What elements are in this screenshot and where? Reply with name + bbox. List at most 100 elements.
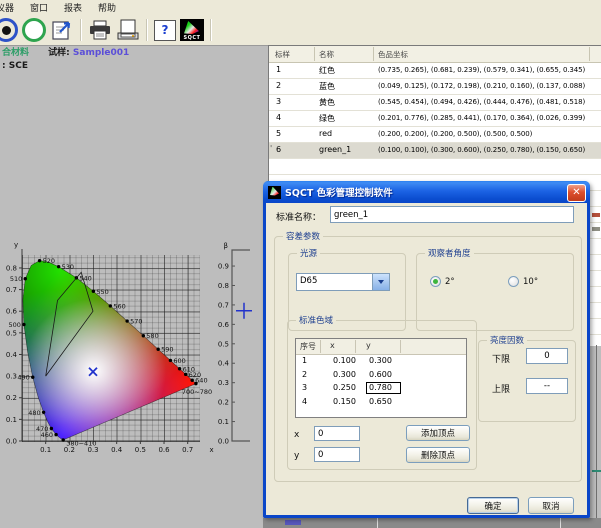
cie-chromaticity-chart: 0.10.20.30.40.50.60.7x0.00.10.20.30.40.5… bbox=[0, 235, 265, 480]
dialog-title-bar: SQCT 色彩管理控制软件 bbox=[263, 181, 590, 203]
gamut-cell: 0.600 bbox=[369, 370, 392, 379]
measure-standard-icon[interactable] bbox=[2, 17, 18, 43]
svg-text:0.0: 0.0 bbox=[218, 438, 229, 446]
gamut-row[interactable]: 40.1500.650 bbox=[296, 396, 466, 410]
observer-2deg-radio[interactable]: 2° bbox=[430, 276, 455, 287]
svg-text:0.5: 0.5 bbox=[135, 446, 146, 454]
report-icon[interactable] bbox=[50, 17, 74, 43]
table-row[interactable]: 4绿色(0.201, 0.776), (0.285, 0.441), (0.17… bbox=[269, 111, 601, 127]
menu-report[interactable]: 报表 bbox=[56, 1, 90, 14]
svg-text:590: 590 bbox=[161, 346, 173, 354]
background-panel-edge bbox=[596, 345, 597, 528]
gamut-cell: 0.300 bbox=[369, 356, 392, 365]
printer-glyph-icon bbox=[88, 19, 112, 41]
add-vertex-button[interactable]: 添加顶点 bbox=[406, 425, 470, 441]
target-filled-icon bbox=[0, 18, 18, 42]
y-label: y bbox=[294, 451, 299, 461]
observer-2deg-label: 2° bbox=[445, 277, 455, 287]
table-row[interactable]: 1红色(0.735, 0.265), (0.681, 0.239), (0.57… bbox=[269, 63, 601, 79]
y-input[interactable] bbox=[314, 447, 360, 462]
sample-value: Sample001 bbox=[73, 48, 129, 58]
help-icon[interactable]: ? bbox=[154, 17, 176, 43]
printer-icon[interactable] bbox=[88, 17, 112, 43]
cancel-button[interactable]: 取消 bbox=[528, 497, 574, 514]
table-row[interactable]: 3黄色(0.545, 0.454), (0.494, 0.426), (0.44… bbox=[269, 95, 601, 111]
gamut-row[interactable]: 10.1000.300 bbox=[296, 355, 466, 369]
sqct-logo-icon[interactable]: SQCT bbox=[180, 17, 204, 43]
menu-help[interactable]: 帮助 bbox=[90, 1, 124, 14]
menu-bar: 仪器 窗口 报表 帮助 bbox=[0, 0, 601, 15]
cell-name: 红色 bbox=[319, 65, 335, 76]
toolbar-separator bbox=[146, 19, 148, 41]
vertex-y-editbox[interactable]: 0.780 bbox=[367, 383, 400, 393]
gamut-cell: 0.300 bbox=[333, 370, 356, 379]
print-preview-icon[interactable] bbox=[116, 17, 140, 43]
cell-coords: (0.049, 0.125), (0.172, 0.198), (0.210, … bbox=[378, 82, 596, 90]
svg-text:540: 540 bbox=[79, 274, 91, 282]
gamut-table-header: 序号 x y bbox=[296, 339, 466, 355]
sqct-dialog: SQCT 色彩管理控制软件 ✕ 标准名称： 容差参数 光源 D65 观察者角度 … bbox=[263, 181, 590, 518]
radio-unselected-icon bbox=[508, 276, 519, 287]
light-source-select[interactable]: D65 bbox=[296, 273, 390, 291]
menu-window[interactable]: 窗口 bbox=[22, 1, 56, 14]
gamut-group-label: 标准色域 bbox=[296, 314, 336, 326]
delete-vertex-button[interactable]: 删除顶点 bbox=[406, 447, 470, 463]
measure-sample-icon[interactable] bbox=[22, 17, 46, 43]
tolerance-group-label: 容差参数 bbox=[283, 230, 323, 242]
svg-text:0.3: 0.3 bbox=[6, 373, 17, 381]
lower-limit-label: 下限 bbox=[492, 352, 510, 365]
svg-text:0.5: 0.5 bbox=[218, 340, 229, 348]
cell-id: 6 bbox=[276, 145, 281, 154]
svg-text:0.4: 0.4 bbox=[111, 446, 123, 454]
gamut-cell: 0.780 bbox=[369, 383, 400, 392]
gamut-row[interactable]: 30.2500.780 bbox=[296, 382, 466, 396]
upper-limit-input[interactable] bbox=[526, 378, 568, 394]
sqct-logo: SQCT bbox=[180, 19, 204, 41]
svg-text:y: y bbox=[14, 241, 18, 249]
sample-label: 试样: bbox=[48, 48, 70, 58]
app-window: 仪器 窗口 报表 帮助 bbox=[0, 0, 601, 528]
table-row[interactable]: '6green_1(0.100, 0.100), (0.300, 0.600),… bbox=[269, 143, 601, 159]
svg-text:x: x bbox=[210, 446, 214, 454]
svg-text:480: 480 bbox=[28, 409, 40, 417]
gamut-cell: 0.250 bbox=[333, 383, 356, 392]
table-row-empty[interactable] bbox=[269, 159, 601, 175]
menu-instrument[interactable]: 仪器 bbox=[0, 1, 22, 14]
cell-coords: (0.200, 0.200), (0.200, 0.500), (0.500, … bbox=[378, 130, 596, 138]
ok-button[interactable]: 确定 bbox=[467, 497, 519, 514]
lower-limit-input[interactable] bbox=[526, 348, 568, 364]
standards-table-header: 标样 名称 色品坐标 bbox=[269, 46, 601, 63]
observer-10deg-radio[interactable]: 10° bbox=[508, 276, 538, 287]
svg-text:510: 510 bbox=[10, 275, 22, 283]
table-row[interactable]: 2蓝色(0.049, 0.125), (0.172, 0.198), (0.21… bbox=[269, 79, 601, 95]
svg-text:0.3: 0.3 bbox=[218, 379, 229, 387]
svg-text:0.4: 0.4 bbox=[6, 351, 18, 359]
cell-id: 4 bbox=[276, 113, 281, 122]
cell-name: 绿色 bbox=[319, 113, 335, 124]
luminance-group-label: 亮度因数 bbox=[487, 334, 527, 346]
svg-text:460: 460 bbox=[41, 431, 53, 439]
standard-name-input[interactable] bbox=[330, 206, 574, 223]
svg-text:0.5: 0.5 bbox=[6, 329, 17, 337]
svg-text:600: 600 bbox=[173, 357, 185, 365]
gamut-col-y: y bbox=[366, 341, 371, 350]
svg-text:0.2: 0.2 bbox=[6, 394, 17, 402]
gamut-cell: 0.650 bbox=[369, 397, 392, 406]
toolbar-separator bbox=[210, 19, 212, 41]
table-row[interactable]: 5red(0.200, 0.200), (0.200, 0.500), (0.5… bbox=[269, 127, 601, 143]
svg-text:500: 500 bbox=[9, 321, 21, 329]
toolbar: ? SQCT bbox=[0, 15, 601, 46]
gamut-cell: 4 bbox=[302, 397, 307, 406]
x-input[interactable] bbox=[314, 426, 360, 441]
x-label: x bbox=[294, 430, 299, 440]
gamut-row[interactable]: 20.3000.600 bbox=[296, 369, 466, 383]
close-icon[interactable]: ✕ bbox=[567, 184, 586, 202]
report-export-icon bbox=[50, 18, 74, 42]
background-table-strip bbox=[263, 518, 601, 528]
svg-text:550: 550 bbox=[96, 288, 108, 296]
dialog-title: SQCT 色彩管理控制软件 bbox=[285, 185, 393, 199]
svg-text:0.8: 0.8 bbox=[218, 282, 229, 290]
svg-text:0.6: 0.6 bbox=[158, 446, 170, 454]
chevron-down-icon[interactable] bbox=[372, 274, 389, 290]
svg-text:700~780: 700~780 bbox=[182, 388, 212, 396]
